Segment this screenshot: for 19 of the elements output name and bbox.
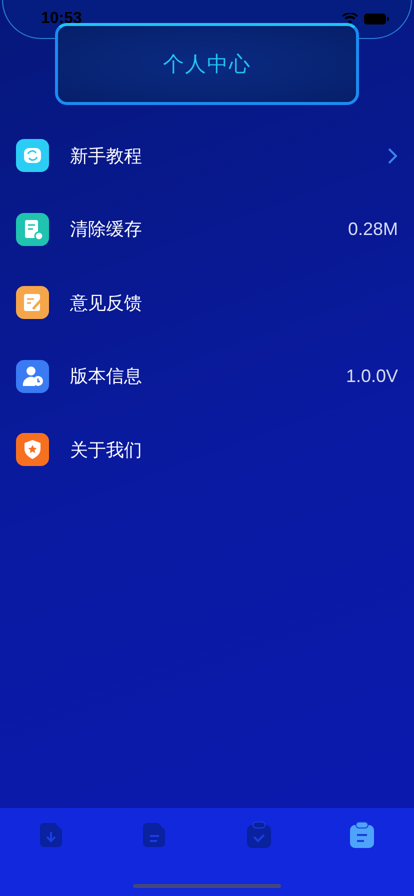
battery-icon — [364, 13, 389, 25]
menu-label: 清除缓存 — [70, 218, 143, 242]
menu-label: 新手教程 — [70, 144, 143, 168]
menu-item[interactable]: 关于我们 — [0, 413, 414, 486]
menu-label: 意见反馈 — [70, 292, 143, 315]
status-time: 10:53 — [41, 10, 82, 28]
wifi-icon — [342, 13, 358, 25]
menu-item[interactable]: 意见反馈 — [0, 266, 414, 340]
feedback-icon — [16, 286, 49, 320]
chevron-icon — [387, 146, 398, 165]
page-title: 个人中心 — [163, 51, 251, 78]
menu-item[interactable]: 版本信息 1.0.0V — [0, 340, 414, 413]
refresh-icon — [16, 139, 49, 172]
menu-value: 1.0.0V — [346, 366, 398, 387]
menu-item[interactable]: 新手教程 — [0, 119, 414, 192]
menu-value: 0.28M — [348, 218, 398, 240]
menu-label: 版本信息 — [70, 365, 143, 388]
menu-item[interactable]: 清除缓存 0.28M — [0, 192, 414, 266]
menu-label: 关于我们 — [70, 438, 143, 462]
